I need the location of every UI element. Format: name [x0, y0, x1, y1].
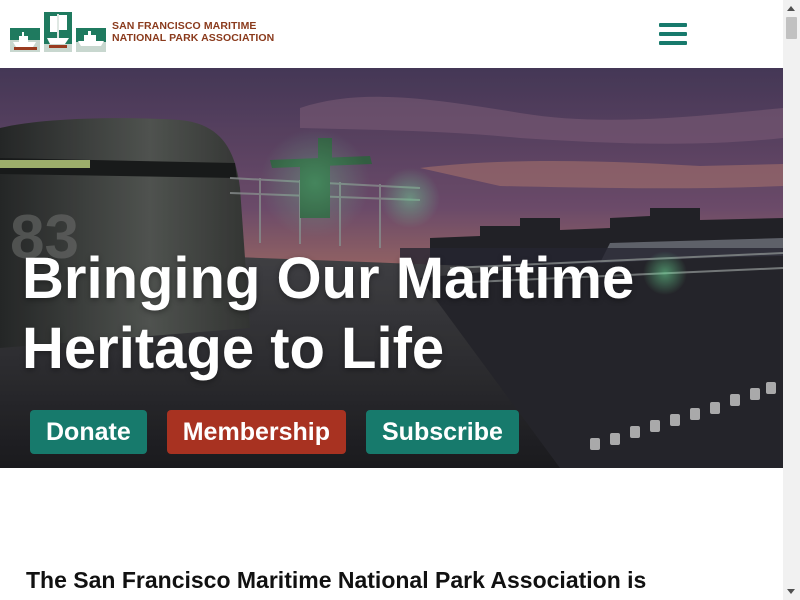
logo-schooner-icon — [44, 12, 72, 52]
scroll-down-arrow-icon[interactable] — [783, 583, 800, 600]
site-header: SAN FRANCISCO MARITIME NATIONAL PARK ASS… — [0, 0, 783, 68]
hamburger-menu-icon[interactable] — [656, 20, 690, 48]
hero-title-line2: Heritage to Life — [22, 316, 445, 381]
cta-buttons: Donate Membership Subscribe — [30, 410, 519, 454]
donate-button[interactable]: Donate — [30, 410, 147, 454]
logo-text-line1: SAN FRANCISCO MARITIME — [112, 20, 257, 32]
hero-title-line1: Bringing Our Maritime — [22, 246, 635, 311]
logo-marks — [10, 12, 106, 52]
menu-bar-bottom — [659, 41, 687, 45]
hero-banner: 83 Bringing Our Maritime Heritage to Lif… — [0, 68, 783, 468]
page: SAN FRANCISCO MARITIME NATIONAL PARK ASS… — [0, 0, 783, 600]
scrollbar-thumb[interactable] — [786, 17, 797, 39]
subscribe-button[interactable]: Subscribe — [366, 410, 519, 454]
menu-bar-top — [659, 23, 687, 27]
site-logo-link[interactable]: SAN FRANCISCO MARITIME NATIONAL PARK ASS… — [10, 12, 274, 52]
intro-heading: The San Francisco Maritime National Park… — [26, 567, 647, 593]
menu-bar-middle — [659, 32, 687, 36]
logo-ferry-icon — [10, 28, 40, 52]
logo-ship-icon — [76, 28, 106, 52]
vertical-scrollbar[interactable] — [783, 0, 800, 600]
scroll-up-arrow-icon[interactable] — [783, 0, 800, 17]
logo-text-line2: NATIONAL PARK ASSOCIATION — [112, 32, 275, 44]
logo-text: SAN FRANCISCO MARITIME NATIONAL PARK ASS… — [112, 20, 274, 44]
membership-button[interactable]: Membership — [166, 410, 346, 454]
hero-title: Bringing Our Maritime Heritage to Life — [22, 244, 722, 384]
